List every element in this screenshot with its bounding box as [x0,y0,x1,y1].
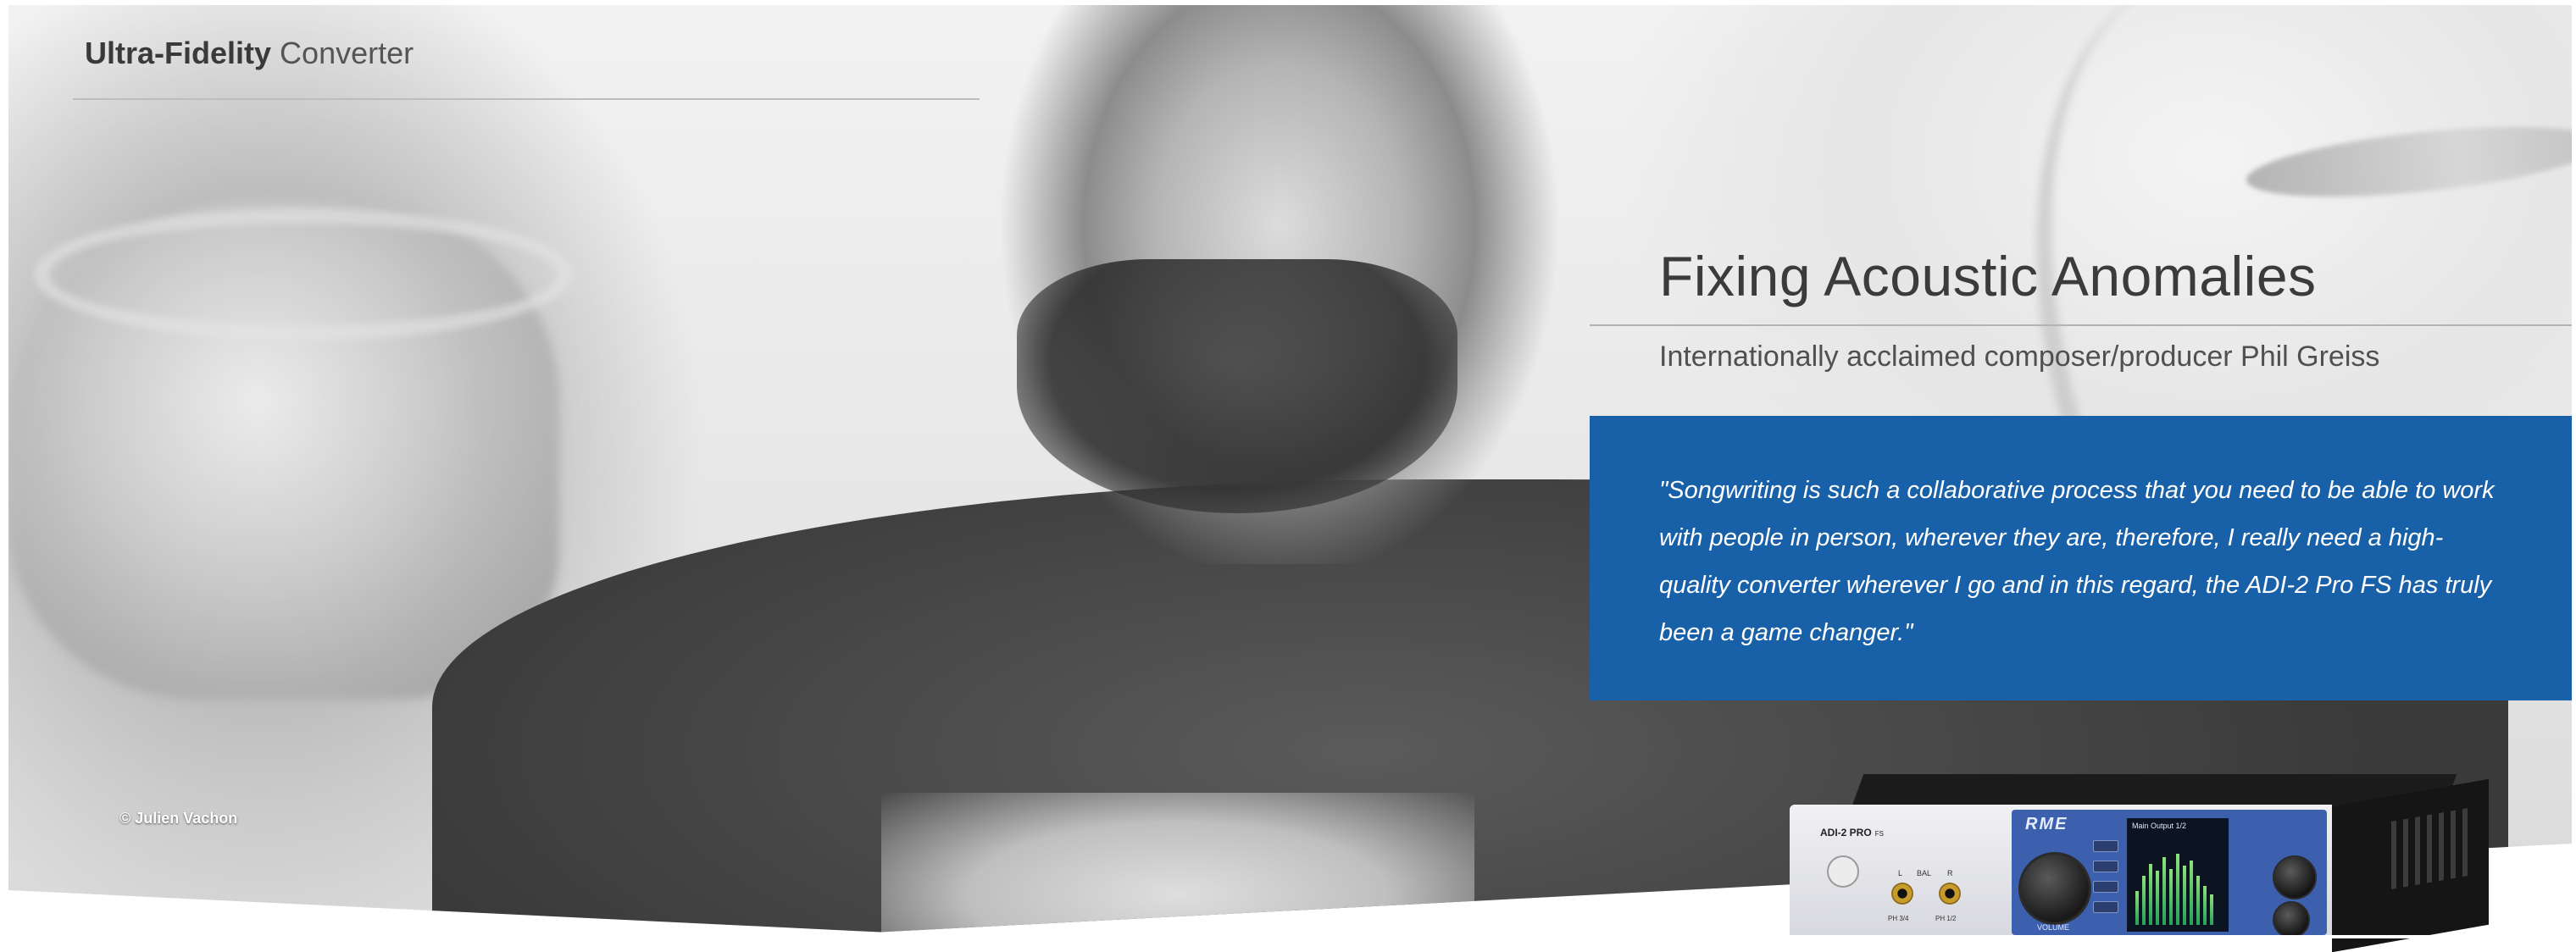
level-meter [2142,876,2146,925]
header-divider [73,98,980,100]
power-button-icon [1827,855,1859,888]
vent-slot [2451,810,2456,879]
phones-left-label: PH 3/4 [1888,915,1909,922]
headphone-jack-icon [1891,883,1913,905]
vent-slot [2403,818,2408,888]
vent-slot [2427,814,2432,883]
level-meter [2190,861,2193,925]
level-meter [2210,894,2213,925]
vent-slot [2462,808,2468,877]
vent-slot [2391,820,2396,889]
level-meter [2183,866,2186,925]
feature-title: Fixing Acoustic Anomalies [1659,245,2317,307]
person-hands [881,793,1474,933]
brand-logo: RME [2025,815,2068,833]
volume-knob-icon [2018,852,2091,925]
page-title-strong: Ultra-Fidelity [85,36,272,70]
product-device-image: ADI-2 PRO FS L BAL R PH 3/4 PH 1/2 RME VO… [1790,774,2493,952]
page-title-light: Converter [280,36,414,70]
device-display: Main Output 1/2 [2127,818,2229,932]
device-model-suffix: FS [1874,830,1884,838]
level-meter [2169,869,2173,925]
control-knob-icon [2273,855,2317,899]
feature-divider [1590,324,2572,326]
drum-rim [34,208,573,340]
device-model-name: ADI-2 PRO [1820,827,1872,839]
level-meter [2156,871,2159,925]
jack-right-label: R [1947,869,1953,877]
person-beard [1017,259,1457,513]
level-meter [2196,876,2200,925]
phones-right-label: PH 1/2 [1935,915,1957,922]
volume-label: VOLUME [2037,923,2070,932]
level-meter [2149,864,2152,925]
feature-subtitle: Internationally acclaimed composer/produ… [1659,340,2380,373]
level-meter [2135,891,2139,925]
device-button [2093,881,2118,893]
display-title: Main Output 1/2 [2132,822,2187,830]
jack-left-label: L [1898,869,1903,877]
page-title: Ultra-Fidelity Converter [85,36,414,71]
device-side-panel [2332,778,2489,952]
level-meter [2162,857,2166,925]
device-button [2093,861,2118,872]
jack-bal-label: BAL [1917,869,1932,877]
level-meter [2176,854,2179,925]
quote-panel: "Songwriting is such a collaborative pro… [1590,416,2572,700]
device-button [2093,840,2118,852]
vent-slot [2415,816,2420,886]
headphone-jack-icon [1939,883,1961,905]
device-model-label: ADI-2 PRO FS [1820,827,1884,839]
control-knob-icon [2273,901,2310,938]
photo-credit: © Julien Vachon [119,810,238,827]
page-bottom-edge [0,935,2576,938]
level-meter [2203,886,2207,925]
vent-slot [2439,812,2444,882]
device-button [2093,901,2118,913]
testimonial-quote: "Songwriting is such a collaborative pro… [1659,477,2495,646]
